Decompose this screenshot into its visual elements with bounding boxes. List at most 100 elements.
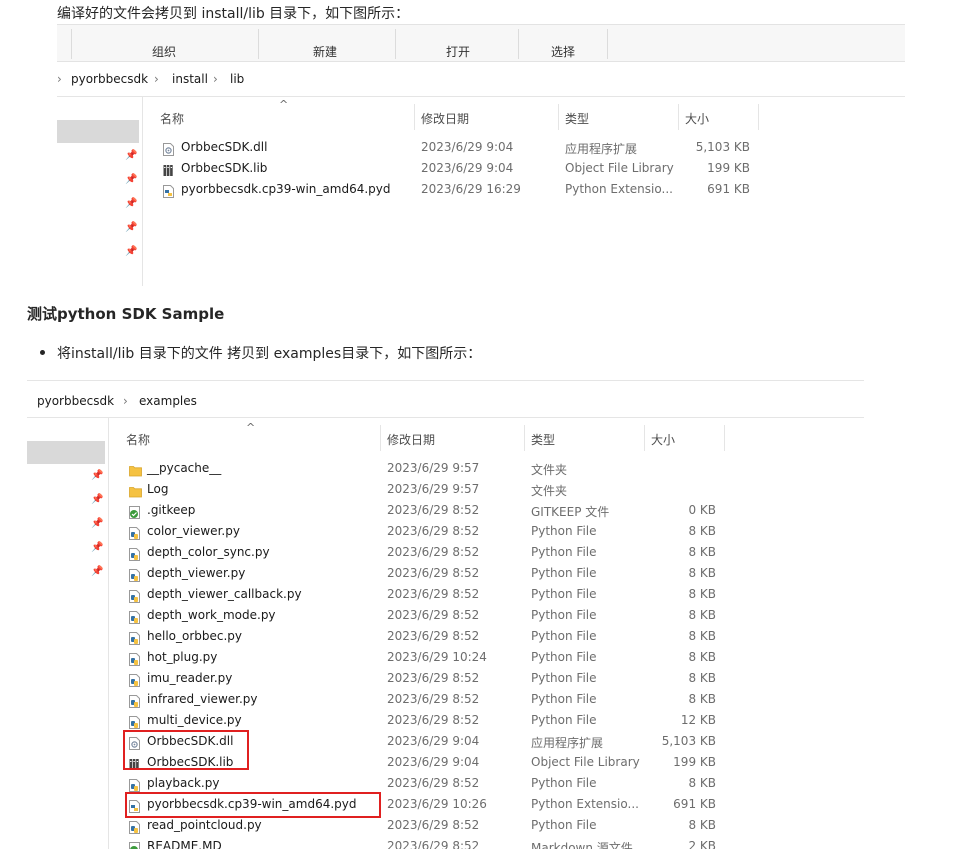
file-size: 199 KB bbox=[673, 755, 716, 769]
file-type: Python File bbox=[531, 650, 597, 664]
python-file-icon bbox=[129, 777, 140, 792]
file-date: 2023/6/29 8:52 bbox=[387, 524, 480, 538]
folder-icon bbox=[129, 462, 142, 477]
file-date: 2023/6/29 8:52 bbox=[387, 776, 480, 790]
file-type: Python File bbox=[531, 818, 597, 832]
file-date: 2023/6/29 16:29 bbox=[421, 182, 521, 196]
file-type: GITKEEP 文件 bbox=[531, 505, 610, 519]
table-row[interactable]: depth_work_mode.py 2023/6/29 8:52 Python F… bbox=[27, 606, 864, 627]
file-date: 2023/6/29 8:52 bbox=[387, 671, 480, 685]
lib-icon bbox=[163, 162, 174, 176]
python-file-icon bbox=[129, 546, 140, 561]
intro-text: 编译好的文件会拷贝到 install/lib 目录下，如下图所示： bbox=[57, 6, 410, 22]
table-row[interactable]: hello_orbbec.py 2023/6/29 8:52 Python File… bbox=[27, 627, 864, 648]
file-size: 8 KB bbox=[688, 818, 716, 832]
file-type: 应用程序扩展 bbox=[531, 736, 604, 750]
table-row[interactable]: depth_viewer_callback.py 2023/6/29 8:52 Py… bbox=[27, 585, 864, 606]
file-size: 8 KB bbox=[688, 524, 716, 538]
table-row[interactable]: OrbbecSDK.lib 2023/6/29 9:04 Object File L… bbox=[57, 159, 905, 180]
file-name: read_pointcloud.py bbox=[147, 818, 262, 832]
file-list: OrbbecSDK.dll 2023/6/29 9:04 应用程序扩展 5,103 K… bbox=[57, 24, 905, 286]
file-size: 691 KB bbox=[673, 797, 716, 811]
file-date: 2023/6/29 8:52 bbox=[387, 587, 480, 601]
table-row[interactable]: OrbbecSDK.dll 2023/6/29 9:04 应用程序扩展 5,103 K… bbox=[57, 138, 905, 159]
bullet-point bbox=[40, 350, 45, 355]
file-name: hello_orbbec.py bbox=[147, 629, 243, 643]
table-row[interactable]: .gitkeep 2023/6/29 8:52 GITKEEP 文件 0 KB bbox=[27, 501, 864, 522]
python-file-icon bbox=[129, 714, 140, 729]
file-type: Object File Library bbox=[531, 755, 640, 769]
table-row[interactable]: infrared_viewer.py 2023/6/29 8:52 Python F… bbox=[27, 690, 864, 711]
file-type: Python File bbox=[531, 566, 597, 580]
file-list: __pycache__ 2023/6/29 9:57 文件夹 Log 2023/6/29… bbox=[27, 380, 864, 849]
file-type: Python File bbox=[531, 776, 597, 790]
file-size: 8 KB bbox=[688, 692, 716, 706]
table-row[interactable]: hot_plug.py 2023/6/29 10:24 Python File 8 K… bbox=[27, 648, 864, 669]
file-size: 8 KB bbox=[688, 545, 716, 559]
file-date: 2023/6/29 10:26 bbox=[387, 797, 487, 811]
file-name: multi_device.py bbox=[147, 713, 242, 727]
file-name: depth_viewer.py bbox=[147, 566, 246, 580]
file-type: Python File bbox=[531, 524, 597, 538]
file-type: Python File bbox=[531, 713, 597, 727]
file-size: 8 KB bbox=[688, 671, 716, 685]
table-row[interactable]: color_viewer.py 2023/6/29 8:52 Python File… bbox=[27, 522, 864, 543]
python-file-icon bbox=[129, 672, 140, 687]
file-type: Python File bbox=[531, 587, 597, 601]
file-type: Python File bbox=[531, 545, 597, 559]
file-size: 8 KB bbox=[688, 587, 716, 601]
python-file-icon bbox=[129, 693, 140, 708]
file-type: Python Extensio... bbox=[565, 182, 673, 196]
file-name: hot_plug.py bbox=[147, 650, 218, 664]
table-row[interactable]: __pycache__ 2023/6/29 9:57 文件夹 bbox=[27, 459, 864, 480]
file-date: 2023/6/29 8:52 bbox=[387, 629, 480, 643]
file-size: 199 KB bbox=[707, 161, 750, 175]
file-type: Python File bbox=[531, 671, 597, 685]
file-type: Python File bbox=[531, 692, 597, 706]
table-row[interactable]: README.MD 2023/6/29 8:52 Markdown 源文件 2 KB bbox=[27, 837, 864, 849]
gitkeep-icon bbox=[129, 504, 140, 519]
file-name: infrared_viewer.py bbox=[147, 692, 258, 706]
file-date: 2023/6/29 8:52 bbox=[387, 713, 480, 727]
python-file-icon bbox=[129, 630, 140, 645]
file-name: OrbbecSDK.lib bbox=[181, 161, 268, 175]
file-size: 8 KB bbox=[688, 629, 716, 643]
file-size: 5,103 KB bbox=[695, 140, 750, 154]
pyd-icon bbox=[163, 183, 174, 198]
file-name: depth_viewer_callback.py bbox=[147, 587, 302, 601]
file-date: 2023/6/29 8:52 bbox=[387, 608, 480, 622]
table-row[interactable]: pyorbbecsdk.cp39-win_amd64.pyd 2023/6/29 … bbox=[57, 180, 905, 201]
file-name: __pycache__ bbox=[147, 461, 222, 475]
file-date: 2023/6/29 8:52 bbox=[387, 839, 480, 849]
file-name: pyorbbecsdk.cp39-win_amd64.pyd bbox=[181, 182, 391, 196]
file-date: 2023/6/29 9:04 bbox=[387, 755, 480, 769]
file-date: 2023/6/29 9:04 bbox=[421, 161, 514, 175]
python-file-icon bbox=[129, 651, 140, 666]
file-type: 文件夹 bbox=[531, 484, 568, 498]
table-row[interactable]: multi_device.py 2023/6/29 8:52 Python File… bbox=[27, 711, 864, 732]
explorer-window-examples: pyorbbecsdk › examples 📌 📌 📌 📌 📌 ^ 名称 修改… bbox=[27, 380, 864, 849]
table-row[interactable]: depth_viewer.py 2023/6/29 8:52 Python File… bbox=[27, 564, 864, 585]
file-name: OrbbecSDK.dll bbox=[181, 140, 268, 154]
file-name: README.MD bbox=[147, 839, 222, 849]
file-date: 2023/6/29 8:52 bbox=[387, 566, 480, 580]
python-file-icon bbox=[129, 525, 140, 540]
file-type: Markdown 源文件 bbox=[531, 841, 633, 849]
file-date: 2023/6/29 9:57 bbox=[387, 461, 480, 475]
file-type: 文件夹 bbox=[531, 463, 568, 477]
file-name: imu_reader.py bbox=[147, 671, 233, 685]
file-name: playback.py bbox=[147, 776, 220, 790]
table-row[interactable]: Log 2023/6/29 9:57 文件夹 bbox=[27, 480, 864, 501]
file-size: 8 KB bbox=[688, 566, 716, 580]
python-file-icon bbox=[129, 819, 140, 834]
table-row[interactable]: imu_reader.py 2023/6/29 8:52 Python File 8 … bbox=[27, 669, 864, 690]
file-size: 8 KB bbox=[688, 608, 716, 622]
file-date: 2023/6/29 9:57 bbox=[387, 482, 480, 496]
table-row[interactable]: read_pointcloud.py 2023/6/29 8:52 Python F… bbox=[27, 816, 864, 837]
section-heading: 测试python SDK Sample bbox=[27, 305, 225, 323]
file-type: 应用程序扩展 bbox=[565, 142, 638, 156]
table-row[interactable]: depth_color_sync.py 2023/6/29 8:52 Python … bbox=[27, 543, 864, 564]
file-date: 2023/6/29 8:52 bbox=[387, 818, 480, 832]
file-size: 12 KB bbox=[680, 713, 716, 727]
file-date: 2023/6/29 9:04 bbox=[421, 140, 514, 154]
